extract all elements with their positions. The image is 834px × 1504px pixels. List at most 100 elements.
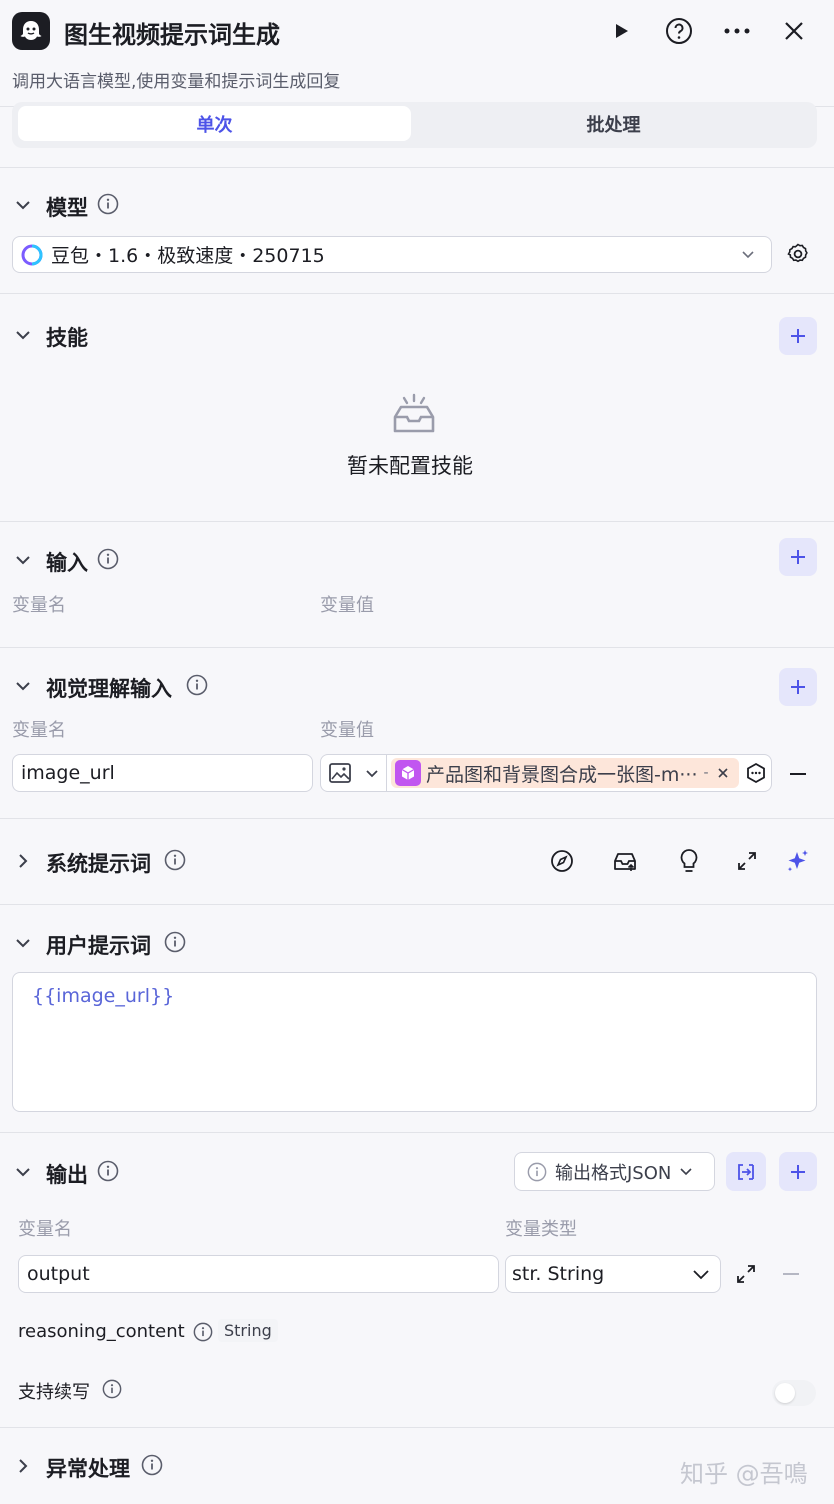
remove-tag-icon[interactable] (717, 767, 729, 779)
divider (0, 293, 834, 294)
info-icon[interactable] (164, 931, 186, 953)
chevron-down-icon (16, 682, 30, 691)
info-icon[interactable] (193, 1322, 213, 1342)
add-output-button[interactable] (779, 1152, 817, 1191)
info-icon[interactable] (97, 193, 119, 215)
chevron-down-icon (16, 939, 30, 948)
output-format-select[interactable]: 输出格式JSON (514, 1152, 715, 1191)
output-var-name-value: output (27, 1263, 90, 1285)
chevron-down-icon (366, 769, 378, 777)
expand-exception-toggle[interactable] (12, 1455, 34, 1477)
close-button[interactable] (779, 16, 809, 46)
empty-box-icon (391, 393, 437, 439)
continue-writing-label: 支持续写 (18, 1382, 90, 1403)
section-title-exception: 异常处理 (46, 1457, 130, 1481)
info-icon[interactable] (141, 1454, 163, 1476)
chevron-down-icon (16, 1168, 30, 1177)
sparkle-icon (787, 850, 808, 872)
reasoning-content-label: reasoning_content (18, 1321, 185, 1342)
divider (0, 521, 834, 522)
collapse-vision-toggle[interactable] (12, 675, 34, 697)
info-icon[interactable] (102, 1379, 122, 1399)
add-skill-button[interactable] (779, 317, 817, 355)
remove-vision-row-button[interactable] (786, 762, 810, 786)
minus-icon (790, 773, 806, 775)
expand-editor-button[interactable] (733, 847, 761, 875)
vision-var-name-input[interactable]: image_url (12, 754, 313, 792)
model-value: 豆包・1.6・极致速度・250715 (51, 245, 325, 267)
node-icon (395, 760, 421, 786)
output-col-type: 变量类型 (505, 1219, 577, 1240)
chevron-down-icon (742, 251, 754, 259)
page-title: 图生视频提示词生成 (64, 21, 280, 49)
reference-tag[interactable]: 产品图和背景图合成一张图-m··· - (391, 758, 739, 788)
model-settings-button[interactable] (784, 240, 812, 268)
plus-icon (791, 329, 805, 343)
gear-icon (787, 243, 808, 263)
divider (0, 167, 834, 168)
collapse-model-toggle[interactable] (12, 194, 34, 216)
remove-output-row-button[interactable] (780, 1264, 802, 1284)
expand-output-button[interactable] (733, 1261, 759, 1287)
compass-icon (551, 850, 573, 872)
collapse-user-prompt-toggle[interactable] (12, 932, 34, 954)
collapse-skills-toggle[interactable] (12, 324, 34, 346)
plus-icon (791, 550, 805, 564)
app-logo (12, 12, 50, 50)
help-button[interactable] (664, 16, 694, 46)
page-subtitle: 调用大语言模型,使用变量和提示词生成回复 (12, 72, 341, 92)
image-icon (328, 763, 351, 783)
input-col-value: 变量值 (320, 595, 374, 616)
add-input-button[interactable] (779, 538, 817, 576)
output-var-type-value: str. String (512, 1263, 605, 1285)
expand-system-prompt-toggle[interactable] (12, 850, 34, 872)
ai-optimize-button[interactable] (784, 847, 812, 875)
vision-var-value-field[interactable]: 产品图和背景图合成一张图-m··· - (320, 754, 772, 792)
section-title-user-prompt: 用户提示词 (46, 934, 151, 958)
type-select[interactable] (321, 755, 387, 791)
variable-picker-icon[interactable] (745, 762, 767, 784)
output-var-type-select[interactable]: str. String (505, 1255, 721, 1293)
mode-switch: 单次 批处理 (12, 102, 817, 148)
import-output-button[interactable] (726, 1152, 766, 1191)
section-title-skills: 技能 (46, 326, 88, 350)
close-icon (785, 22, 803, 40)
continue-writing-toggle[interactable] (772, 1380, 816, 1406)
vision-var-name-value: image_url (21, 762, 115, 784)
play-icon (616, 24, 628, 38)
more-icon (724, 28, 750, 34)
watermark: 知乎 @吾鳴 (680, 1460, 808, 1488)
divider (0, 1132, 834, 1133)
reasoning-type-badge: String (218, 1319, 278, 1342)
help-icon (666, 18, 692, 44)
tab-single[interactable]: 单次 (18, 106, 411, 141)
info-icon[interactable] (97, 548, 119, 570)
tips-button[interactable] (675, 847, 703, 875)
collapse-input-toggle[interactable] (12, 549, 34, 571)
collapse-output-toggle[interactable] (12, 1161, 34, 1183)
user-prompt-editor[interactable]: {{image_url}} (12, 972, 817, 1112)
ghost-icon (20, 21, 42, 40)
info-icon[interactable] (186, 674, 208, 696)
info-icon[interactable] (97, 1160, 119, 1182)
divider (0, 904, 834, 905)
output-col-name: 变量名 (18, 1219, 72, 1240)
section-title-output: 输出 (46, 1163, 88, 1187)
add-vision-input-button[interactable] (779, 668, 817, 706)
info-icon[interactable] (164, 849, 186, 871)
vision-col-value: 变量值 (320, 720, 374, 741)
section-title-input: 输入 (46, 551, 88, 575)
divider (0, 818, 834, 819)
model-select[interactable]: 豆包・1.6・极致速度・250715 (12, 236, 772, 273)
run-button[interactable] (606, 16, 636, 46)
prompt-library-button[interactable] (611, 847, 639, 875)
chevron-down-icon (693, 1270, 709, 1280)
divider (0, 1427, 834, 1428)
lightbulb-icon (680, 849, 698, 872)
doubao-model-icon (21, 244, 43, 265)
output-var-name-input[interactable]: output (18, 1255, 499, 1293)
tab-batch[interactable]: 批处理 (416, 106, 811, 141)
compass-button[interactable] (548, 847, 576, 875)
info-icon (527, 1162, 547, 1181)
more-button[interactable] (722, 16, 752, 46)
